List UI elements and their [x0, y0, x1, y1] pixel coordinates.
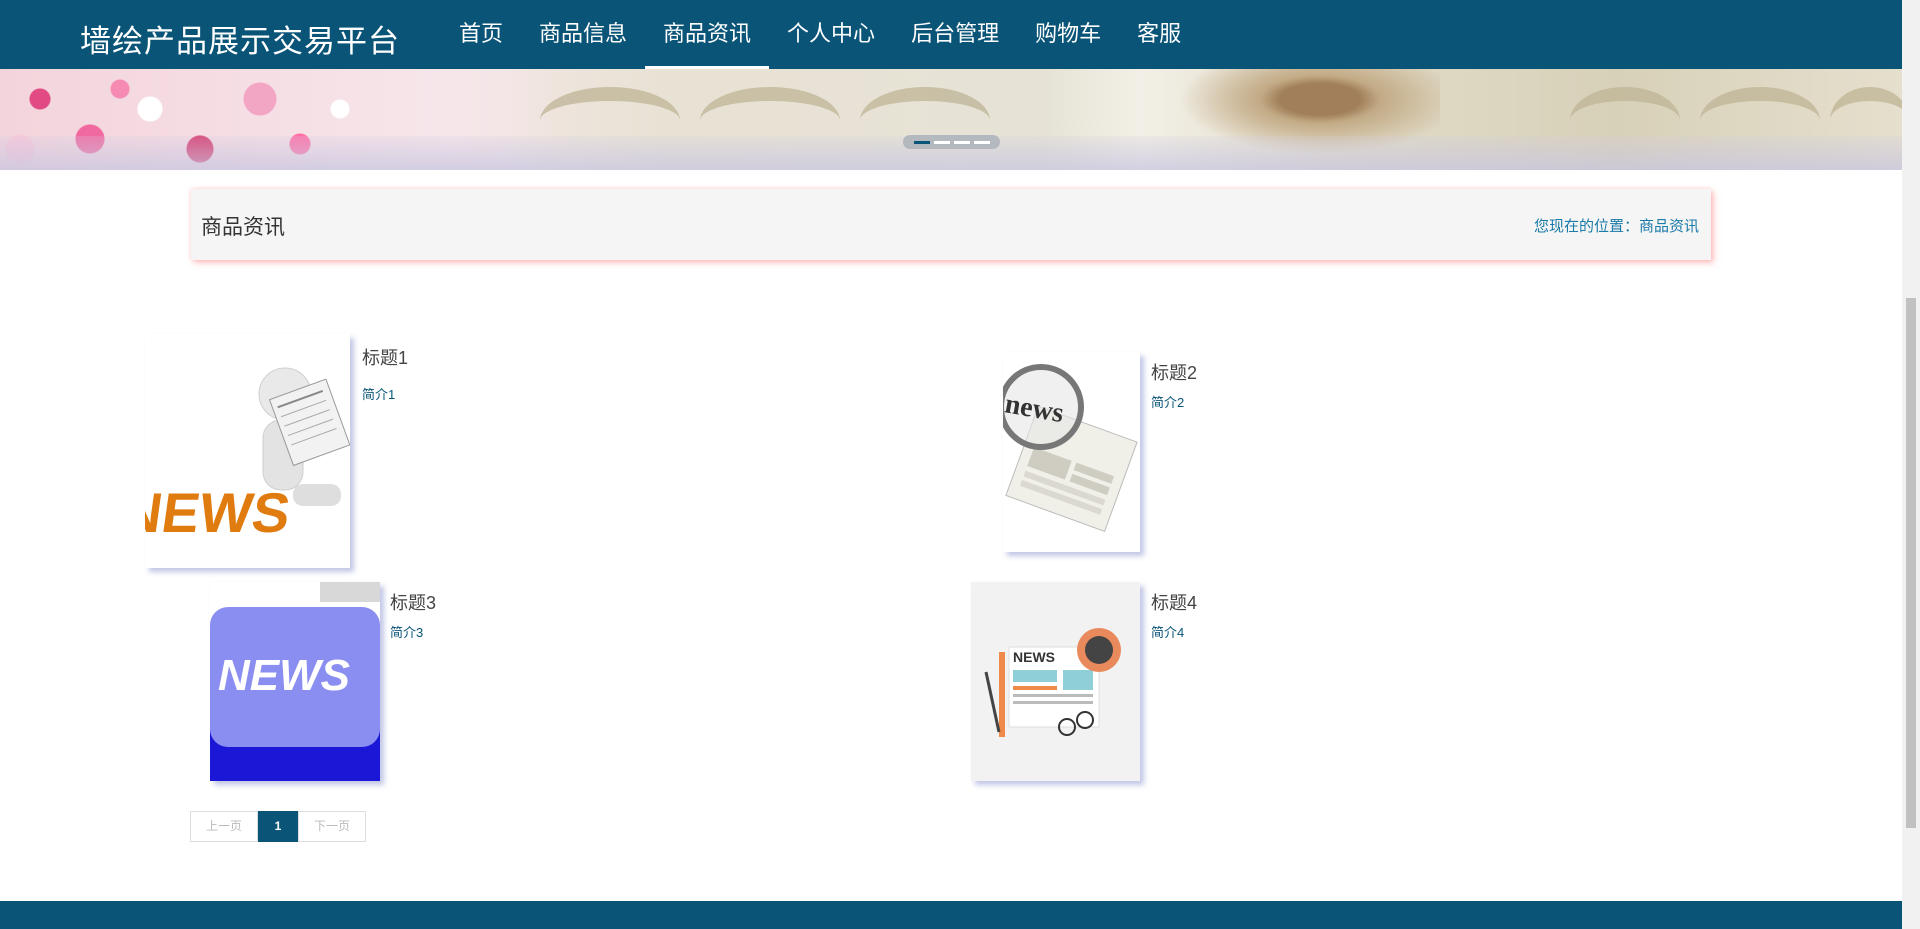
nav-user-center[interactable]: 个人中心 [769, 0, 893, 69]
article-2-title[interactable]: 标题2 [1151, 359, 1197, 385]
banner-carousel[interactable] [0, 69, 1902, 170]
next-page-button[interactable]: 下一页 [298, 811, 366, 842]
footer-bar [0, 901, 1902, 929]
breadcrumb[interactable]: 您现在的位置：商品资讯 [1534, 215, 1699, 236]
news-figure-reading-icon: NEWS [145, 334, 350, 568]
pagination: 上一页 1 下一页 [190, 811, 366, 842]
news-illustration-icon: NEWS [971, 582, 1140, 781]
article-2-intro[interactable]: 简介2 [1151, 392, 1184, 411]
nav-support[interactable]: 客服 [1119, 0, 1199, 69]
carousel-dot-3[interactable] [953, 140, 970, 144]
nav-products[interactable]: 商品信息 [521, 0, 645, 69]
article-1-intro[interactable]: 简介1 [362, 384, 395, 403]
carousel-dot-4[interactable] [973, 140, 990, 144]
nav-admin[interactable]: 后台管理 [893, 0, 1017, 69]
svg-text:NEWS: NEWS [1013, 649, 1055, 665]
news-keyboard-key-icon: NEWS [210, 582, 380, 781]
svg-text:NEWS: NEWS [145, 481, 294, 544]
article-3-intro[interactable]: 简介3 [390, 622, 423, 641]
article-3-title[interactable]: 标题3 [390, 589, 436, 615]
carousel-dot-2[interactable] [933, 140, 950, 144]
news-magnifier-icon: news [1003, 352, 1140, 552]
section-header: 商品资讯 您现在的位置：商品资讯 [191, 189, 1711, 260]
carousel-indicators [903, 135, 1000, 149]
page-1-button[interactable]: 1 [258, 811, 298, 842]
article-4-title[interactable]: 标题4 [1151, 589, 1197, 615]
article-4-intro[interactable]: 简介4 [1151, 622, 1184, 641]
site-brand[interactable]: 墙绘产品展示交易平台 [80, 16, 400, 61]
article-2-image[interactable]: news [1003, 352, 1140, 552]
article-4-image[interactable]: NEWS [971, 582, 1140, 781]
top-navbar: 墙绘产品展示交易平台 首页 商品信息 商品资讯 个人中心 后台管理 购物车 客服 [0, 0, 1902, 69]
nav-home[interactable]: 首页 [441, 0, 521, 69]
article-1-title[interactable]: 标题1 [362, 344, 408, 370]
prev-page-button[interactable]: 上一页 [190, 811, 258, 842]
main-nav: 首页 商品信息 商品资讯 个人中心 后台管理 购物车 客服 [441, 0, 1199, 69]
scrollbar-thumb[interactable] [1906, 298, 1916, 828]
section-title: 商品资讯 [201, 216, 285, 239]
carousel-dot-1[interactable] [913, 140, 930, 144]
page-scrollbar[interactable] [1902, 0, 1920, 929]
nav-product-news[interactable]: 商品资讯 [645, 0, 770, 69]
svg-text:NEWS: NEWS [218, 651, 350, 700]
article-3-image[interactable]: NEWS [210, 582, 380, 781]
nav-cart[interactable]: 购物车 [1017, 0, 1119, 69]
article-1-image[interactable]: NEWS [145, 334, 350, 568]
